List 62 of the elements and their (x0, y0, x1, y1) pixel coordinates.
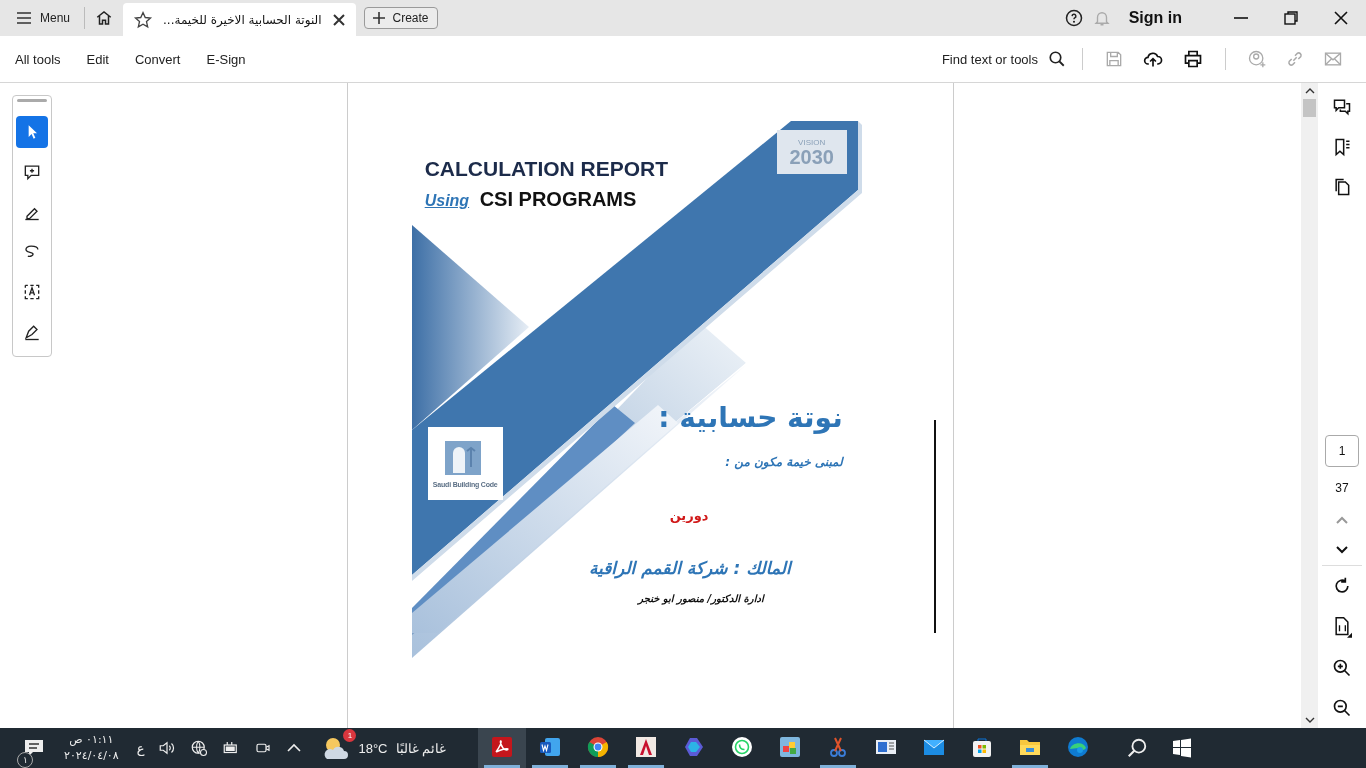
zoom-in-icon[interactable] (1332, 658, 1352, 678)
home-icon (95, 9, 114, 27)
scroll-thumb[interactable] (1303, 99, 1317, 117)
select-tool-button[interactable] (16, 116, 48, 148)
all-tools-menu[interactable]: All tools (11, 45, 65, 73)
volume-icon[interactable] (158, 739, 177, 757)
close-tab-icon[interactable] (331, 12, 346, 27)
pages-icon[interactable] (1332, 177, 1352, 197)
vision-logo: VISION 2030 (776, 130, 847, 174)
plus-icon (372, 12, 385, 24)
document-heading: نوتة حسابية : (658, 401, 843, 434)
floors-text: دورين (669, 508, 709, 523)
next-page-icon[interactable] (1335, 545, 1349, 555)
rotate-icon[interactable] (1332, 576, 1352, 596)
network-icon[interactable] (190, 739, 209, 757)
clock-date: ٢٠٢٤/٠٤/٠٨ (64, 748, 119, 764)
notifications-icon[interactable] (24, 739, 44, 757)
sign-in-button[interactable]: Sign in (1128, 9, 1182, 27)
previous-page-icon[interactable] (1335, 515, 1349, 525)
e-sign-menu[interactable]: E-Sign (202, 45, 250, 73)
create-button[interactable]: Create (363, 7, 438, 29)
find-button[interactable]: Find text or tools (937, 46, 1070, 72)
scroll-up-icon[interactable] (1304, 87, 1315, 95)
search-icon[interactable] (1126, 737, 1149, 759)
input-language[interactable]: ع (136, 740, 145, 756)
weather-condition: غائم غالبًا (395, 740, 447, 756)
print-icon[interactable] (1182, 49, 1204, 69)
menu-icon (16, 11, 32, 25)
page-count: 37 (1335, 481, 1349, 495)
convert-menu[interactable]: Convert (130, 45, 185, 73)
comments-icon[interactable] (1332, 97, 1352, 117)
star-icon[interactable] (133, 9, 154, 30)
using-label: Using (424, 192, 471, 210)
textselect-icon (22, 282, 42, 302)
zoom-out-icon[interactable] (1332, 698, 1352, 718)
document-tab[interactable]: النوتة الحسابية الاخيرة للخيمة... (123, 3, 356, 36)
vertical-scrollbar[interactable] (1301, 83, 1319, 728)
menu-button[interactable]: Menu (12, 4, 77, 32)
cloud-upload-icon[interactable] (1142, 49, 1164, 69)
windows-icon[interactable] (1172, 738, 1193, 758)
sign-icon (22, 322, 42, 342)
notification-count: ١ (17, 752, 33, 768)
bookmark-icon[interactable] (1332, 137, 1352, 157)
owner-text: المالك : شركة القمم الراقية (588, 558, 791, 578)
building-description: لمبنى خيمة مكون من : (725, 455, 843, 469)
scroll-down-icon[interactable] (1304, 716, 1315, 724)
page-number-field[interactable]: 1 (1325, 435, 1359, 467)
report-title: CALCULATION REPORT (424, 157, 669, 181)
actual-size-icon[interactable] (1332, 616, 1352, 638)
pdf-app-icon[interactable] (478, 728, 527, 768)
help-icon[interactable] (1064, 9, 1083, 27)
cloudy-moon-icon (322, 735, 351, 761)
tab-title: النوتة الحسابية الاخيرة للخيمة... (163, 12, 322, 27)
weather-badge: 1 (343, 729, 357, 742)
close-icon[interactable] (1333, 10, 1349, 26)
clock-time: ٠١:١١ ص (69, 732, 114, 748)
manager-text: ادارة الدكتور/ منصور ابو خنجر (638, 593, 764, 604)
report-subtitle: CSI PROGRAMS (479, 188, 637, 211)
temperature: 18°C (358, 740, 388, 756)
edit-menu[interactable]: Edit (82, 45, 113, 73)
restore-icon[interactable] (1283, 10, 1299, 26)
search-icon (1048, 50, 1066, 68)
